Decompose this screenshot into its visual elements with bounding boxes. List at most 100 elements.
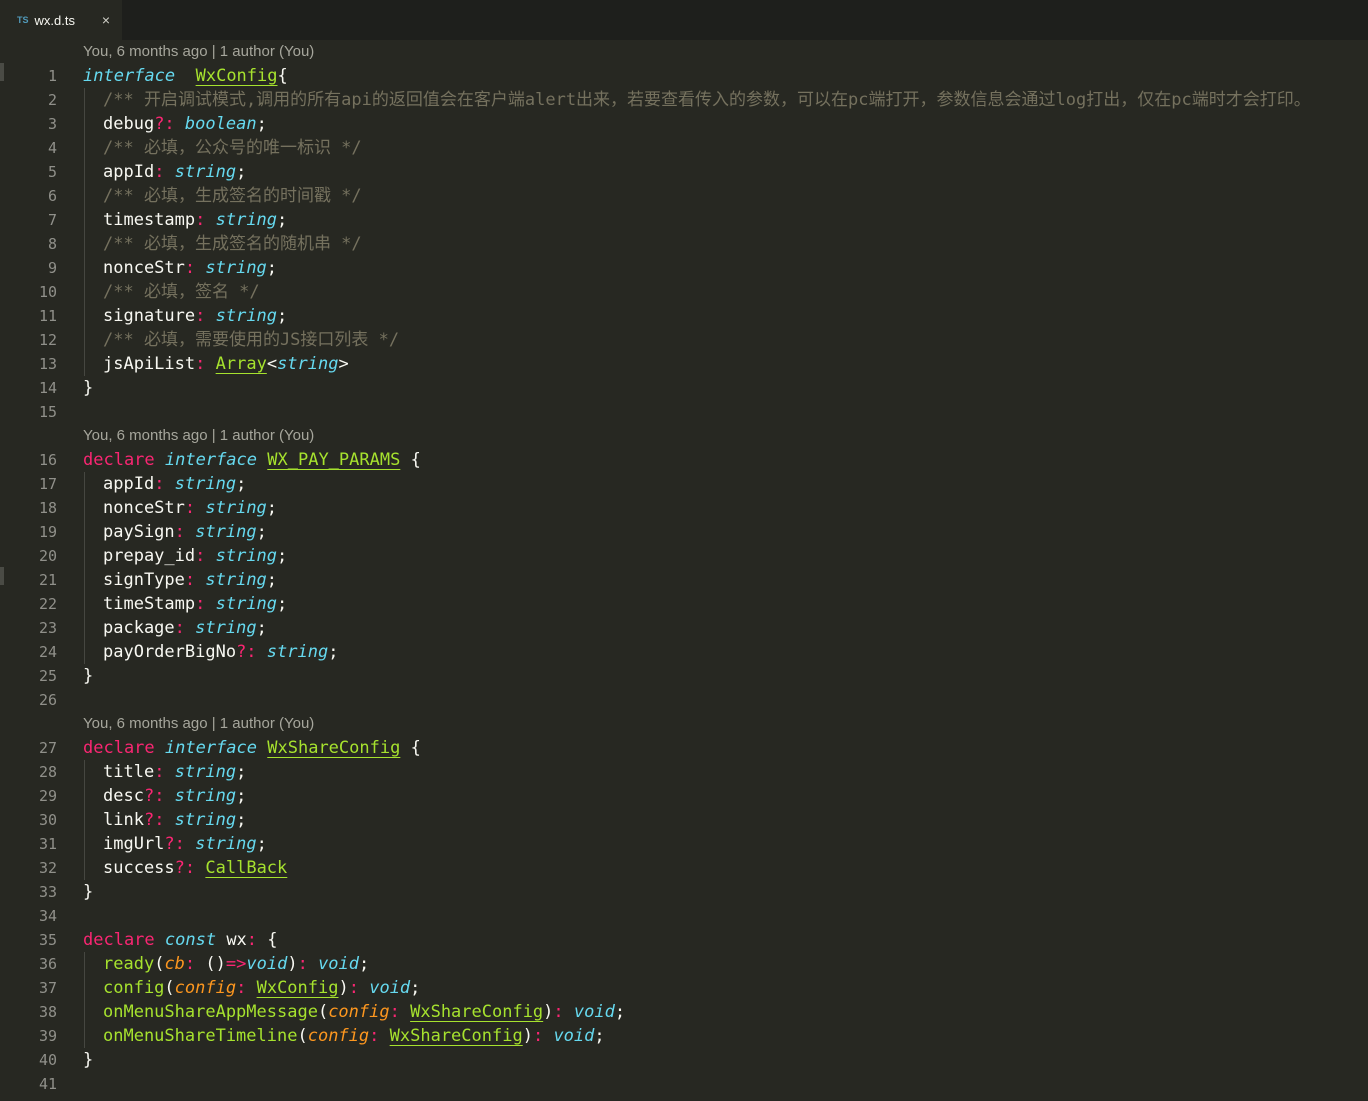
code-line[interactable]: 13 jsApiList: Array<string> <box>0 352 1368 376</box>
code-editor[interactable]: You, 6 months ago | 1 author (You) 1 inte… <box>0 40 1368 1101</box>
code-line[interactable]: 16 declare interface WX_PAY_PARAMS { <box>0 448 1368 472</box>
indent-guide <box>84 568 85 592</box>
code-line[interactable]: 41 <box>0 1072 1368 1096</box>
code-line[interactable]: 7 timestamp: string; <box>0 208 1368 232</box>
code-token: declare <box>83 930 155 950</box>
code-line[interactable]: 38 onMenuShareAppMessage(config: WxShareC… <box>0 1000 1368 1024</box>
indent-guide <box>84 976 85 1000</box>
code-token: < <box>266 354 278 374</box>
code-token: interface <box>154 450 258 470</box>
code-line[interactable]: 9 nonceStr: string; <box>0 256 1368 280</box>
code-token: string <box>195 258 267 278</box>
codelens-blame[interactable]: You, 6 months ago | 1 author (You) <box>0 40 1368 64</box>
line-number: 29 <box>38 787 57 805</box>
code-token: success <box>103 858 175 878</box>
code-line[interactable]: 8 /** 必填，生成签名的随机串 */ <box>0 232 1368 256</box>
code-token: string <box>205 594 278 614</box>
code-token: CallBack <box>205 858 288 878</box>
tab-wx-d-ts[interactable]: TS wx.d.ts × <box>0 0 122 40</box>
code-line[interactable]: 1 interface WxConfig{ <box>0 64 1368 88</box>
indent-guide <box>84 952 85 976</box>
code-line[interactable]: 20 prepay_id: string; <box>0 544 1368 568</box>
code-line[interactable]: 24 payOrderBigNo?: string; <box>0 640 1368 664</box>
code-token: ready <box>103 954 155 974</box>
code-line[interactable]: 22 timeStamp: string; <box>0 592 1368 616</box>
code-line[interactable]: 40} <box>0 1048 1368 1072</box>
code-text: nonceStr: string; <box>103 496 277 520</box>
code-line[interactable]: 29 desc?: string; <box>0 784 1368 808</box>
codelens-blame[interactable]: You, 6 months ago | 1 author (You) <box>0 424 1368 448</box>
line-number: 37 <box>38 979 57 997</box>
code-line[interactable]: 37 config(config: WxConfig): void; <box>0 976 1368 1000</box>
code-text: /** 必填，签名 */ <box>103 280 260 304</box>
code-token: void <box>358 978 411 998</box>
code-token: /** 必填，公众号的唯一标识 */ <box>103 138 362 158</box>
code-token: WxShareConfig <box>410 1002 544 1022</box>
code-line[interactable]: 18 nonceStr: string; <box>0 496 1368 520</box>
close-icon[interactable]: × <box>96 12 116 28</box>
code-line[interactable]: 17 appId: string; <box>0 472 1368 496</box>
code-text: appId: string; <box>103 160 246 184</box>
line-number: 19 <box>38 523 57 541</box>
code-line[interactable]: 23 package: string; <box>0 616 1368 640</box>
indent-guide <box>84 856 85 880</box>
code-line[interactable]: 30 link?: string; <box>0 808 1368 832</box>
code-line[interactable]: 26 <box>0 688 1368 712</box>
line-number: 31 <box>38 835 57 853</box>
code-token: : <box>297 954 308 974</box>
code-token: ?: <box>236 642 257 662</box>
code-line[interactable]: 6 /** 必填，生成签名的时间戳 */ <box>0 184 1368 208</box>
code-token: { <box>257 930 278 950</box>
code-token: void <box>543 1026 595 1046</box>
indent-guide <box>84 1000 85 1024</box>
code-token: > <box>338 354 349 374</box>
code-text: package: string; <box>103 616 267 640</box>
code-token: Array <box>215 354 267 374</box>
code-text: } <box>83 376 93 400</box>
code-line[interactable]: 5 appId: string; <box>0 160 1368 184</box>
code-line[interactable]: 19 paySign: string; <box>0 520 1368 544</box>
code-line[interactable]: 4 /** 必填，公众号的唯一标识 */ <box>0 136 1368 160</box>
code-text: } <box>83 880 93 904</box>
code-token: ; <box>256 834 267 854</box>
code-token: ; <box>277 546 288 566</box>
code-line[interactable]: 39 onMenuShareTimeline(config: WxShareCon… <box>0 1024 1368 1048</box>
indent-guide <box>84 640 85 664</box>
code-token: : <box>195 594 206 614</box>
code-token: : <box>246 930 258 950</box>
code-text: /** 必填，公众号的唯一标识 */ <box>103 136 362 160</box>
code-line[interactable]: 12 /** 必填，需要使用的JS接口列表 */ <box>0 328 1368 352</box>
code-line[interactable]: 34 <box>0 904 1368 928</box>
code-line[interactable]: 28 title: string; <box>0 760 1368 784</box>
code-line[interactable]: 3 debug?: boolean; <box>0 112 1368 136</box>
line-number: 7 <box>47 211 57 229</box>
code-token: /** 必填，签名 */ <box>103 282 260 302</box>
line-number: 2 <box>47 91 57 109</box>
code-text: interface WxConfig{ <box>83 64 288 88</box>
code-line[interactable]: 10 /** 必填，签名 */ <box>0 280 1368 304</box>
code-token: ?: <box>154 114 175 134</box>
codelens-blame[interactable]: You, 6 months ago | 1 author (You) <box>0 712 1368 736</box>
code-line[interactable]: 15 <box>0 400 1368 424</box>
code-token: prepay_id <box>103 546 196 566</box>
code-text: title: string; <box>103 760 246 784</box>
code-line[interactable]: 2 /** 开启调试模式,调用的所有api的返回值会在客户端alert出来，若要查… <box>0 88 1368 112</box>
code-text: declare interface WxShareConfig { <box>83 736 421 760</box>
code-line[interactable]: 36 ready(cb: ()=>void): void; <box>0 952 1368 976</box>
code-text: /** 必填，生成签名的时间戳 */ <box>103 184 362 208</box>
code-line[interactable]: 32 success?: CallBack <box>0 856 1368 880</box>
code-line[interactable]: 31 imgUrl?: string; <box>0 832 1368 856</box>
code-line[interactable]: 35 declare const wx: { <box>0 928 1368 952</box>
code-line[interactable]: 11 signature: string; <box>0 304 1368 328</box>
code-text: appId: string; <box>103 472 246 496</box>
code-line[interactable]: 14} <box>0 376 1368 400</box>
codelens-text[interactable]: You, 6 months ago | 1 author (You) <box>83 40 314 64</box>
code-line[interactable]: 27 declare interface WxShareConfig { <box>0 736 1368 760</box>
code-line[interactable]: 33} <box>0 880 1368 904</box>
codelens-text[interactable]: You, 6 months ago | 1 author (You) <box>83 712 314 736</box>
codelens-text[interactable]: You, 6 months ago | 1 author (You) <box>83 424 314 448</box>
code-line[interactable]: 25} <box>0 664 1368 688</box>
code-token: declare <box>83 450 155 470</box>
indent-guide <box>84 232 85 256</box>
code-line[interactable]: 21 signType: string; <box>0 568 1368 592</box>
